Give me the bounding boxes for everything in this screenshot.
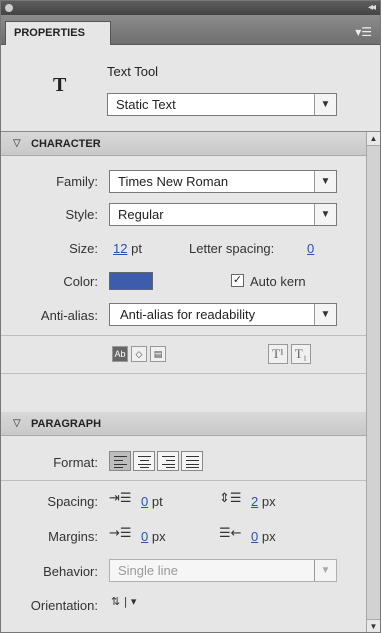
- text-orientation-icon[interactable]: ⇅ | ▾: [111, 595, 136, 608]
- divider: [1, 480, 366, 481]
- right-margin-value[interactable]: 0: [251, 529, 258, 544]
- auto-kern-label: Auto kern: [250, 274, 306, 289]
- tab-bar: PROPERTIES ▾☰: [1, 15, 380, 45]
- auto-kern-checkbox[interactable]: ✓: [231, 274, 244, 287]
- letter-spacing-field[interactable]: 0: [307, 241, 314, 256]
- style-label: Style:: [65, 207, 98, 222]
- line-spacing-value[interactable]: 2: [251, 494, 258, 509]
- tool-name-label: Text Tool: [107, 64, 159, 79]
- size-label: Size:: [69, 241, 98, 256]
- color-label: Color:: [63, 274, 98, 289]
- right-margin-field[interactable]: 0 px: [251, 529, 276, 544]
- margins-label: Margins:: [48, 529, 98, 544]
- font-family-select[interactable]: Times New Roman ▼: [109, 170, 337, 193]
- collapse-icon[interactable]: ◂◂: [368, 1, 376, 15]
- scroll-up-icon[interactable]: ▲: [367, 132, 380, 146]
- text-tool-icon: T: [53, 74, 67, 96]
- paragraph-title: PARAGRAPH: [31, 418, 102, 430]
- right-margin-unit: px: [261, 529, 276, 544]
- disclosure-triangle-icon: ▽: [13, 418, 21, 429]
- indent-unit: pt: [151, 494, 163, 509]
- left-margin-unit: px: [151, 529, 166, 544]
- text-color-swatch[interactable]: [109, 272, 153, 290]
- character-title: CHARACTER: [31, 138, 101, 150]
- line-spacing-field[interactable]: 2 px: [251, 494, 276, 509]
- properties-scroll-area[interactable]: ▽ CHARACTER Family: Times New Roman ▼ St…: [1, 131, 380, 632]
- text-type-select[interactable]: Static Text ▼: [107, 93, 337, 116]
- character-section-header[interactable]: ▽ CHARACTER: [1, 132, 366, 156]
- left-margin-field[interactable]: 0 px: [141, 529, 166, 544]
- align-justify-icon[interactable]: [181, 451, 203, 471]
- divider: [1, 373, 366, 374]
- letter-spacing-label: Letter spacing:: [189, 241, 275, 256]
- behavior-select[interactable]: Single line ▼: [109, 559, 337, 582]
- letter-spacing-value[interactable]: 0: [307, 241, 314, 256]
- align-center-icon[interactable]: [133, 451, 155, 471]
- tab-properties[interactable]: PROPERTIES: [5, 21, 111, 45]
- disclosure-triangle-icon: ▽: [13, 138, 21, 149]
- size-field[interactable]: 12 pt: [113, 241, 142, 256]
- divider: [1, 335, 366, 336]
- panel-title-strip: ◂◂: [1, 1, 380, 15]
- size-value[interactable]: 12: [113, 241, 127, 256]
- selectable-text-icon[interactable]: Ab: [112, 346, 128, 362]
- tool-section: T Text Tool Static Text ▼: [1, 46, 380, 129]
- font-style-select[interactable]: Regular ▼: [109, 203, 337, 226]
- left-margin-icon: →☰: [109, 526, 132, 541]
- render-html-icon[interactable]: ◇: [131, 346, 147, 362]
- chevron-down-icon: ▼: [314, 560, 336, 581]
- scroll-down-icon[interactable]: ▼: [367, 619, 380, 632]
- left-margin-value[interactable]: 0: [141, 529, 148, 544]
- behavior-label: Behavior:: [43, 564, 98, 579]
- indent-value[interactable]: 0: [141, 494, 148, 509]
- chevron-down-icon: ▼: [314, 94, 336, 115]
- anti-alias-label: Anti-alias:: [40, 308, 98, 323]
- panel-menu-icon[interactable]: ▾☰: [355, 25, 372, 39]
- align-left-icon[interactable]: [109, 451, 131, 471]
- line-spacing-icon: ⇕☰: [219, 491, 242, 506]
- close-dot-icon[interactable]: [5, 4, 13, 12]
- vertical-scrollbar[interactable]: ▲ ▼: [366, 132, 380, 632]
- chevron-down-icon: ▼: [314, 204, 336, 225]
- format-label: Format:: [53, 455, 98, 470]
- text-type-value: Static Text: [116, 97, 176, 112]
- superscript-icon[interactable]: T¹: [268, 344, 288, 364]
- chevron-down-icon: ▼: [314, 171, 336, 192]
- spacing-label: Spacing:: [47, 494, 98, 509]
- right-margin-icon: ☰←: [219, 526, 242, 541]
- anti-alias-value: Anti-alias for readability: [120, 307, 256, 322]
- align-right-icon[interactable]: [157, 451, 179, 471]
- subscript-icon[interactable]: T₁: [291, 344, 311, 364]
- indent-field[interactable]: 0 pt: [141, 494, 163, 509]
- behavior-value: Single line: [118, 563, 178, 578]
- properties-panel: ◂◂ PROPERTIES ▾☰ T Text Tool Static Text…: [0, 0, 381, 633]
- font-style-value: Regular: [118, 207, 164, 222]
- family-label: Family:: [56, 174, 98, 189]
- show-border-icon[interactable]: ▤: [150, 346, 166, 362]
- font-family-value: Times New Roman: [118, 174, 229, 189]
- anti-alias-select[interactable]: Anti-alias for readability ▼: [109, 303, 337, 326]
- paragraph-section-header[interactable]: ▽ PARAGRAPH: [1, 412, 366, 436]
- size-unit: pt: [131, 241, 142, 256]
- line-spacing-unit: px: [261, 494, 276, 509]
- indent-icon: ⇥☰: [109, 491, 132, 506]
- orientation-label: Orientation:: [30, 598, 98, 613]
- chevron-down-icon: ▼: [314, 304, 336, 325]
